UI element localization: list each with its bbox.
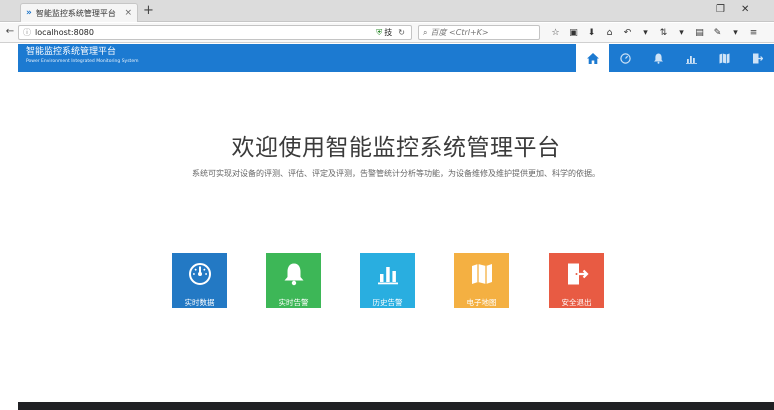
search-bar[interactable]: ⌕ 百度 <Ctrl+K> bbox=[418, 25, 540, 40]
nav-history-alarm[interactable] bbox=[675, 44, 708, 72]
site-favicon-icon: » bbox=[26, 8, 32, 18]
home-browser-icon[interactable]: ⌂ bbox=[602, 26, 617, 40]
restore-window-icon[interactable]: ❐ bbox=[716, 3, 725, 17]
app-header: 智能监控系统管理平台 Power Environment Integrated … bbox=[18, 44, 774, 72]
exit-icon bbox=[567, 263, 589, 285]
browser-toolbar: ← ⓘ localhost:8080 ⛨ 技 ↻ ⌕ 百度 <Ctrl+K> ☆… bbox=[0, 23, 774, 43]
home-icon bbox=[586, 52, 599, 64]
extension-label[interactable]: 技 bbox=[384, 27, 392, 38]
tile-label: 实时告警 bbox=[278, 298, 309, 307]
search-placeholder: 百度 <Ctrl+K> bbox=[430, 28, 489, 37]
sync-icon[interactable]: ⇅ bbox=[656, 26, 671, 40]
url-text: localhost:8080 bbox=[35, 28, 94, 37]
map-icon bbox=[719, 53, 730, 63]
dropdown-icon[interactable]: ▾ bbox=[728, 26, 743, 40]
taskbar bbox=[18, 402, 774, 410]
menu-icon[interactable]: ≡ bbox=[746, 26, 761, 40]
bell-icon bbox=[654, 53, 663, 64]
tile-label: 安全退出 bbox=[561, 298, 592, 307]
bell-icon bbox=[284, 263, 303, 286]
undo-icon[interactable]: ↶ bbox=[620, 26, 635, 40]
brand[interactable]: 智能监控系统管理平台 Power Environment Integrated … bbox=[26, 47, 138, 65]
dropdown-icon[interactable]: ▾ bbox=[638, 26, 653, 40]
gauge-icon bbox=[188, 263, 211, 285]
map-icon bbox=[471, 264, 492, 284]
tools-icon[interactable]: ✎ bbox=[710, 26, 725, 40]
tile-safe-exit[interactable]: 安全退出 bbox=[549, 253, 604, 308]
exit-icon bbox=[753, 53, 763, 63]
nav-realtime-data[interactable] bbox=[609, 44, 642, 72]
brand-subtitle: Power Environment Integrated Monitoring … bbox=[26, 59, 139, 64]
close-window-icon[interactable]: ✕ bbox=[741, 3, 749, 17]
page-description: 系统可实现对设备的评测、评估、评定及评测，告警管统计分析等功能，为设备维修及维护… bbox=[192, 169, 600, 178]
info-icon[interactable]: ⓘ bbox=[23, 27, 31, 38]
address-bar[interactable]: ⓘ localhost:8080 ⛨ 技 ↻ bbox=[18, 25, 412, 40]
nav-electronic-map[interactable] bbox=[708, 44, 741, 72]
bookmark-star-icon[interactable]: ☆ bbox=[548, 26, 563, 40]
toolbar-icons: ☆ ▣ ⬇ ⌂ ↶ ▾ ⇅ ▾ ▤ ✎ ▾ ≡ bbox=[548, 26, 761, 40]
clipboard-icon[interactable]: ▣ bbox=[566, 26, 581, 40]
brand-title: 智能监控系统管理平台 bbox=[26, 47, 117, 57]
tile-label: 历史告警 bbox=[372, 298, 403, 307]
tile-label: 实时数据 bbox=[184, 298, 215, 307]
shield-icon[interactable]: ⛨ bbox=[376, 28, 382, 38]
back-arrow-icon[interactable]: ← bbox=[2, 26, 18, 37]
browser-tab-title: 智能监控系统管理平台 bbox=[35, 8, 116, 18]
tile-label: 电子地图 bbox=[466, 298, 497, 307]
search-icon: ⌕ bbox=[423, 27, 428, 37]
screenshot-icon[interactable]: ▤ bbox=[692, 26, 707, 40]
new-tab-button[interactable]: + bbox=[143, 3, 154, 19]
tile-realtime-alarm[interactable]: 实时告警 bbox=[266, 253, 321, 308]
browser-tab-strip: » 智能监控系统管理平台 × + ❐ ✕ bbox=[0, 0, 774, 22]
bar-chart-icon bbox=[686, 55, 697, 64]
gauge-icon bbox=[620, 52, 631, 64]
tile-history-alarm[interactable]: 历史告警 bbox=[360, 253, 415, 308]
tile-realtime-data[interactable]: 实时数据 bbox=[172, 253, 227, 308]
download-icon[interactable]: ⬇ bbox=[584, 26, 599, 40]
nav-home[interactable] bbox=[576, 44, 609, 72]
dropdown-icon[interactable]: ▾ bbox=[674, 26, 689, 40]
page-title: 欢迎使用智能监控系统管理平台 bbox=[231, 135, 561, 161]
nav-realtime-alarm[interactable] bbox=[642, 44, 675, 72]
bar-chart-icon bbox=[377, 267, 398, 285]
close-tab-icon[interactable]: × bbox=[124, 8, 132, 18]
tile-electronic-map[interactable]: 电子地图 bbox=[454, 253, 509, 308]
nav-safe-exit[interactable] bbox=[741, 44, 774, 72]
reload-icon[interactable]: ↻ bbox=[398, 28, 405, 37]
browser-tab[interactable]: » 智能监控系统管理平台 × bbox=[20, 3, 138, 22]
top-nav bbox=[576, 44, 774, 72]
